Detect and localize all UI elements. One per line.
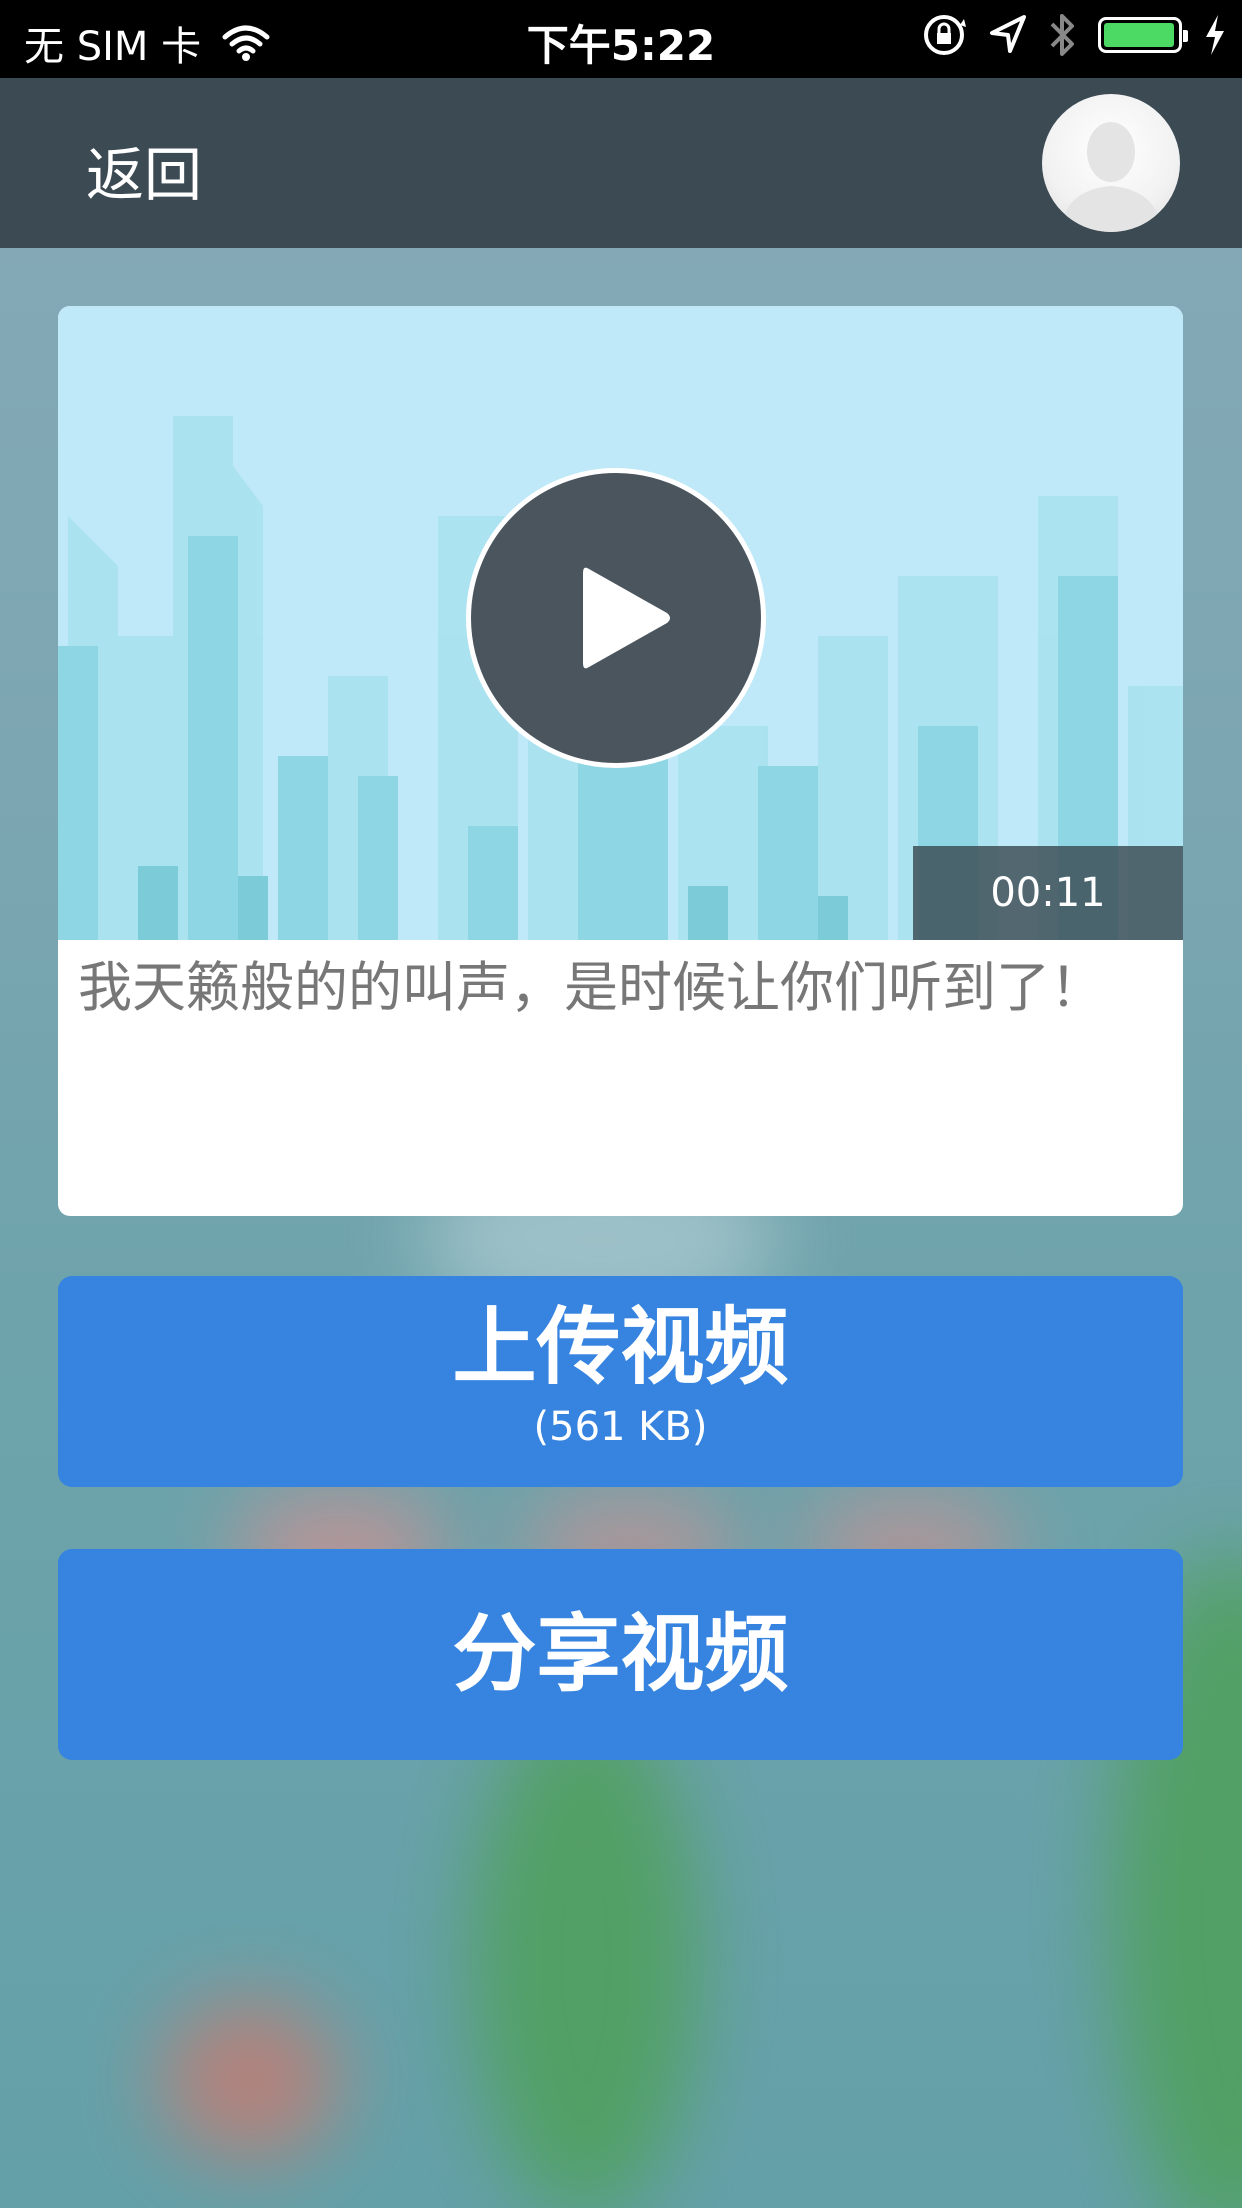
background-blur-green: [470, 1700, 700, 2208]
video-thumbnail[interactable]: 00:11: [58, 306, 1183, 940]
share-video-button[interactable]: 分享视频: [58, 1549, 1183, 1760]
video-card: 00:11 我天籁般的的叫声，是时候让你们听到了！: [58, 306, 1183, 1216]
battery-tip: [1183, 30, 1188, 42]
user-silhouette-icon: [1060, 122, 1162, 232]
upload-file-size: (561 KB): [533, 1404, 708, 1450]
status-bar: 无 SIM 卡 下午5:22: [0, 0, 1242, 78]
video-duration: 00:11: [913, 846, 1183, 940]
status-right: [920, 10, 1228, 60]
back-button[interactable]: 返回: [86, 128, 202, 212]
play-icon: [583, 567, 670, 669]
play-button[interactable]: [466, 468, 766, 768]
background-blur-red: [160, 2000, 340, 2160]
navigation-bar: 返回: [0, 78, 1242, 248]
avatar[interactable]: [1042, 94, 1180, 232]
battery-level: [1104, 23, 1175, 47]
charging-bolt-icon: [1206, 15, 1224, 55]
location-icon: [990, 15, 1026, 53]
orientation-lock-icon: [924, 15, 966, 55]
battery-icon: [1098, 17, 1188, 53]
upload-button-label: 上传视频: [452, 1298, 789, 1396]
video-caption: 我天籁般的的叫声，是时候让你们听到了！: [78, 956, 1104, 1019]
upload-video-button[interactable]: 上传视频 (561 KB): [58, 1276, 1183, 1487]
bluetooth-icon: [1050, 14, 1074, 56]
share-button-label: 分享视频: [452, 1605, 789, 1703]
